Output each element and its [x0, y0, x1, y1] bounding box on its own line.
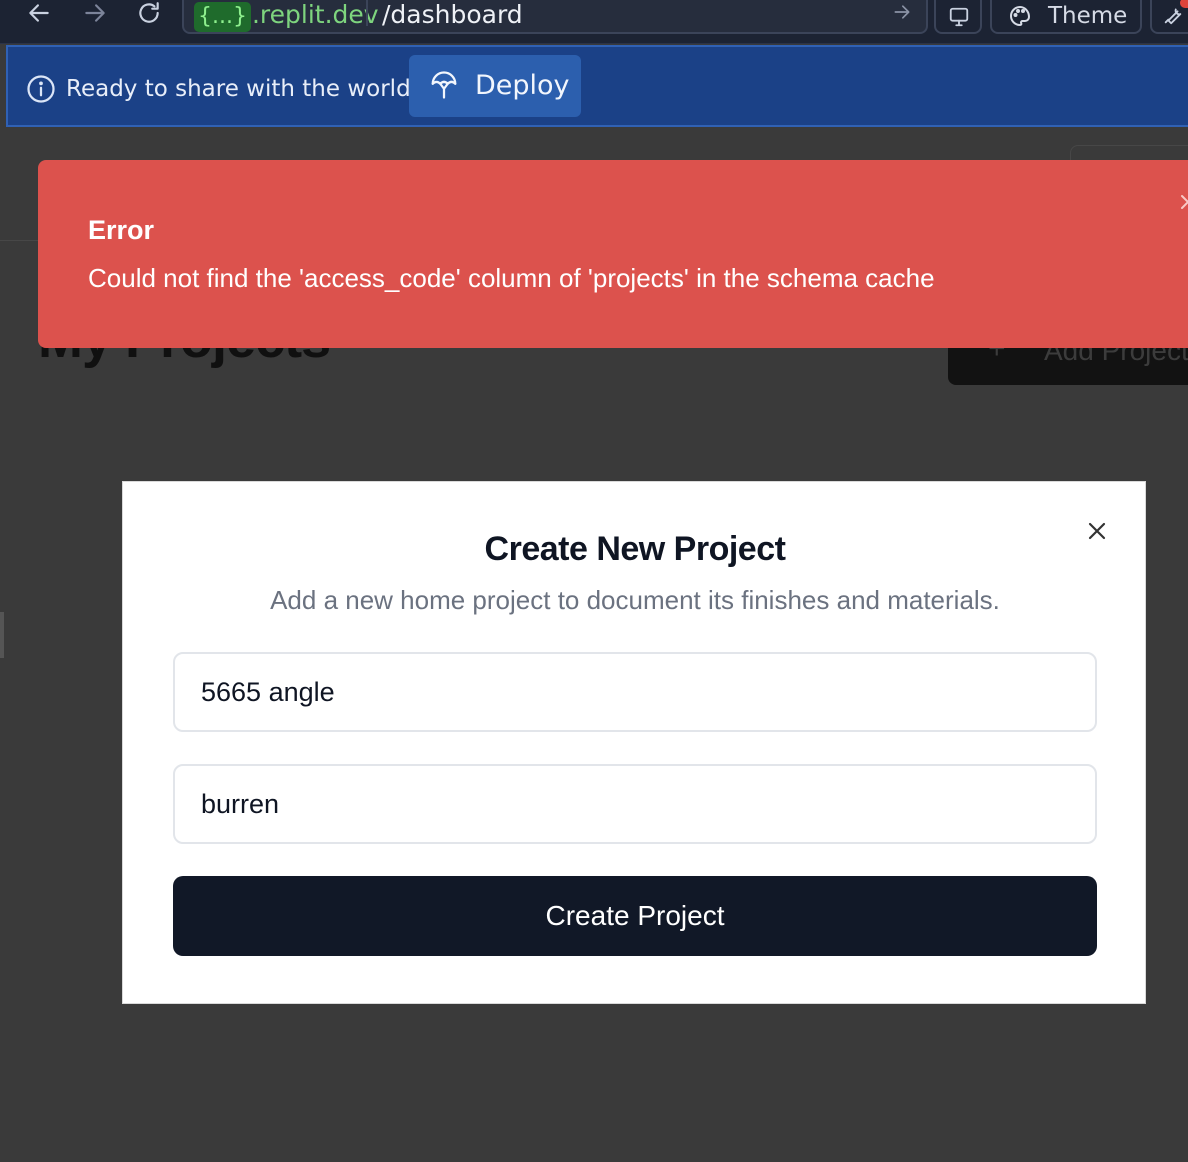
palette-icon — [1010, 6, 1030, 26]
url-separator — [366, 0, 368, 26]
toast-close-icon[interactable] — [1176, 190, 1188, 214]
theme-button[interactable]: Theme — [990, 0, 1142, 34]
app-root: {...} .replit.dev /dashboard Theme Ready … — [0, 0, 1188, 1162]
browser-toolbar: {...} .replit.dev /dashboard Theme — [0, 0, 1188, 44]
monitor-icon — [949, 7, 969, 27]
tools-button[interactable] — [1150, 0, 1188, 34]
url-domain: {...} .replit.dev — [192, 0, 385, 32]
deploy-icon — [431, 71, 457, 99]
project-address-input[interactable] — [173, 764, 1097, 844]
deploy-label: Deploy — [475, 70, 570, 101]
banner-message: Ready to share with the world? — [66, 76, 423, 102]
go-arrow-icon[interactable] — [892, 2, 912, 22]
create-project-button[interactable]: Create Project — [173, 876, 1097, 956]
deploy-banner: Ready to share with the world? Deploy — [6, 45, 1188, 127]
notification-badge — [1180, 0, 1188, 8]
deploy-button[interactable]: Deploy — [409, 55, 581, 117]
back-arrow-icon[interactable] — [26, 0, 56, 26]
theme-label: Theme — [1048, 3, 1128, 29]
device-preview-button[interactable] — [934, 0, 982, 34]
url-bar[interactable]: {...} .replit.dev /dashboard — [182, 0, 928, 34]
wrench-icon — [1164, 8, 1182, 25]
project-name-input[interactable] — [173, 652, 1097, 732]
toast-title: Error — [88, 215, 155, 245]
toast-message: Could not find the 'access_code' column … — [88, 263, 935, 293]
dialog-description: Add a new home project to document its f… — [270, 585, 1000, 615]
info-icon — [26, 74, 56, 104]
dialog-title: Create New Project — [484, 530, 786, 568]
sidebar-handle — [0, 612, 4, 658]
reload-icon[interactable] — [136, 0, 166, 26]
url-domain-badge: {...} — [194, 2, 251, 32]
create-project-dialog: Create New Project Add a new home projec… — [122, 481, 1146, 1004]
error-toast: Error Could not find the 'access_code' c… — [38, 160, 1188, 348]
url-path[interactable]: /dashboard — [382, 0, 523, 30]
url-domain-text: .replit.dev — [251, 0, 379, 29]
forward-arrow-icon[interactable] — [82, 0, 112, 26]
